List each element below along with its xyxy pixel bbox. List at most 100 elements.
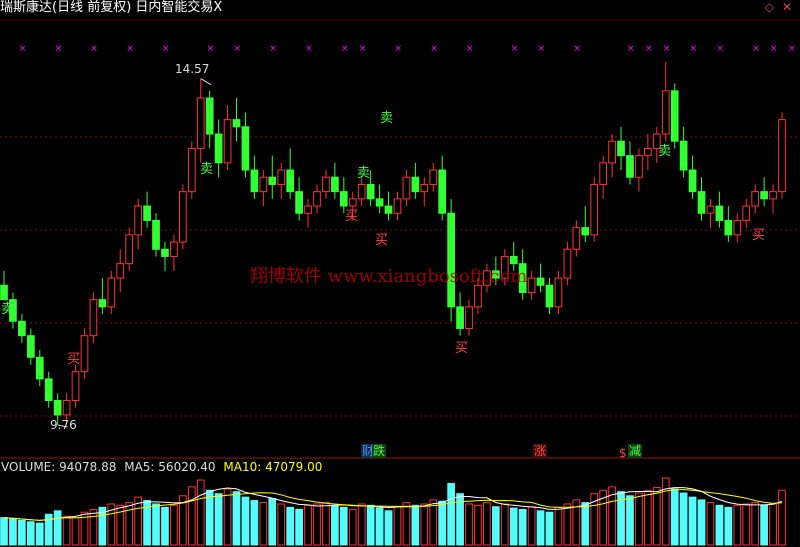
marker-x-icon: × <box>788 44 796 54</box>
diamond-icon[interactable]: ◇ <box>765 0 774 14</box>
volume-title: VOLUME: <box>1 460 56 474</box>
price-high-label: 14.57 <box>175 62 210 76</box>
volume-bar <box>491 506 500 546</box>
event-tag-reduce[interactable]: 减 <box>628 444 643 458</box>
volume-bar <box>0 517 8 546</box>
ma5-title: MA5: <box>124 460 155 474</box>
candle-body <box>375 198 384 207</box>
volume-bar <box>304 504 312 546</box>
ma10-title: MA10: <box>223 460 262 474</box>
volume-bar <box>223 488 232 546</box>
candle-body <box>170 241 178 257</box>
volume-bar <box>518 508 527 546</box>
candle-body <box>429 169 438 185</box>
event-tag-dollar[interactable]: $ <box>618 446 628 460</box>
candle-body <box>89 299 98 337</box>
volume-bar <box>751 502 760 546</box>
volume-bar <box>71 517 80 546</box>
candle-body <box>161 248 169 257</box>
volume-bar <box>89 508 98 546</box>
candle-body <box>178 191 187 243</box>
candle-body <box>590 183 599 236</box>
candle-body <box>527 277 536 293</box>
marker-x-icon: × <box>627 44 635 54</box>
marker-x-icon: × <box>269 44 277 54</box>
candle-body <box>393 198 402 214</box>
volume-bar <box>509 507 518 546</box>
volume-bar <box>286 506 295 546</box>
candle-body <box>420 183 429 193</box>
candle-body <box>268 176 277 185</box>
candle-body <box>769 191 777 200</box>
candle-body <box>295 191 303 214</box>
candle-body <box>116 263 125 279</box>
volume-bar <box>277 503 286 546</box>
candle-body <box>241 126 250 171</box>
candle-body <box>447 212 455 308</box>
candle-body <box>456 306 464 329</box>
candle-body <box>474 284 482 308</box>
marker-x-icon: × <box>234 44 242 54</box>
candle-body <box>348 198 357 207</box>
marker-x-icon: × <box>90 44 98 54</box>
sell-signal: 卖 <box>380 111 394 126</box>
close-icon[interactable]: ✕ <box>782 0 792 14</box>
event-tag-fall[interactable]: 跌 <box>372 444 387 458</box>
volume-bar <box>250 500 259 546</box>
candle-body <box>26 335 35 358</box>
volume-bar <box>563 503 572 546</box>
volume-bar <box>670 488 679 546</box>
volume-bar <box>375 507 384 546</box>
volume-bar <box>322 502 330 546</box>
price-low-label: 9.76 <box>50 418 77 432</box>
volume-bar <box>527 506 536 546</box>
candle-body <box>688 169 697 193</box>
candle-body <box>107 277 116 308</box>
volume-bar <box>402 502 411 546</box>
candle-body <box>697 191 706 214</box>
marker-x-icon: × <box>770 44 778 54</box>
candle-body <box>259 176 268 193</box>
volume-bar <box>429 499 438 546</box>
candle-body <box>366 183 375 200</box>
volume-value: 94078.88 <box>59 460 117 474</box>
buy-signal: 买 <box>345 209 359 224</box>
candle-body <box>563 248 572 279</box>
marker-x-icon: × <box>645 44 653 54</box>
volume-bar <box>411 504 420 546</box>
candle-body <box>742 205 751 221</box>
volume-bar <box>331 504 339 546</box>
candle-body <box>35 356 44 380</box>
candle-body <box>134 205 142 236</box>
volume-bar <box>635 492 643 546</box>
watermark: 翔博软件 www.xiangbosoft.com <box>250 266 528 287</box>
candle-body <box>205 97 214 135</box>
volume-bar <box>742 503 751 546</box>
volume-bar <box>420 503 429 546</box>
candle-body <box>554 277 563 308</box>
volume-bar <box>554 506 563 546</box>
candle-body <box>53 400 62 416</box>
candle-body <box>536 277 545 286</box>
marker-x-icon: × <box>663 44 671 54</box>
candle-body <box>223 119 232 164</box>
candle-body <box>357 183 366 200</box>
marker-x-icon: × <box>716 44 724 54</box>
volume-bar <box>295 508 303 546</box>
volume-bar <box>152 503 160 546</box>
volume-bar <box>545 511 554 546</box>
marker-x-icon: × <box>394 44 402 54</box>
candle-body <box>411 176 420 193</box>
candle-body <box>635 155 643 178</box>
volume-bar <box>384 510 393 546</box>
candle-body <box>465 306 473 329</box>
marker-x-icon: × <box>690 44 698 54</box>
candle-body <box>304 205 312 214</box>
volume-bar <box>438 500 447 546</box>
marker-x-icon: × <box>162 44 170 54</box>
candle-body <box>626 155 634 178</box>
candle-body <box>18 320 26 337</box>
marker-x-icon: × <box>126 44 134 54</box>
candle-body <box>724 219 733 236</box>
event-tag-rise[interactable]: 涨 <box>533 444 548 458</box>
